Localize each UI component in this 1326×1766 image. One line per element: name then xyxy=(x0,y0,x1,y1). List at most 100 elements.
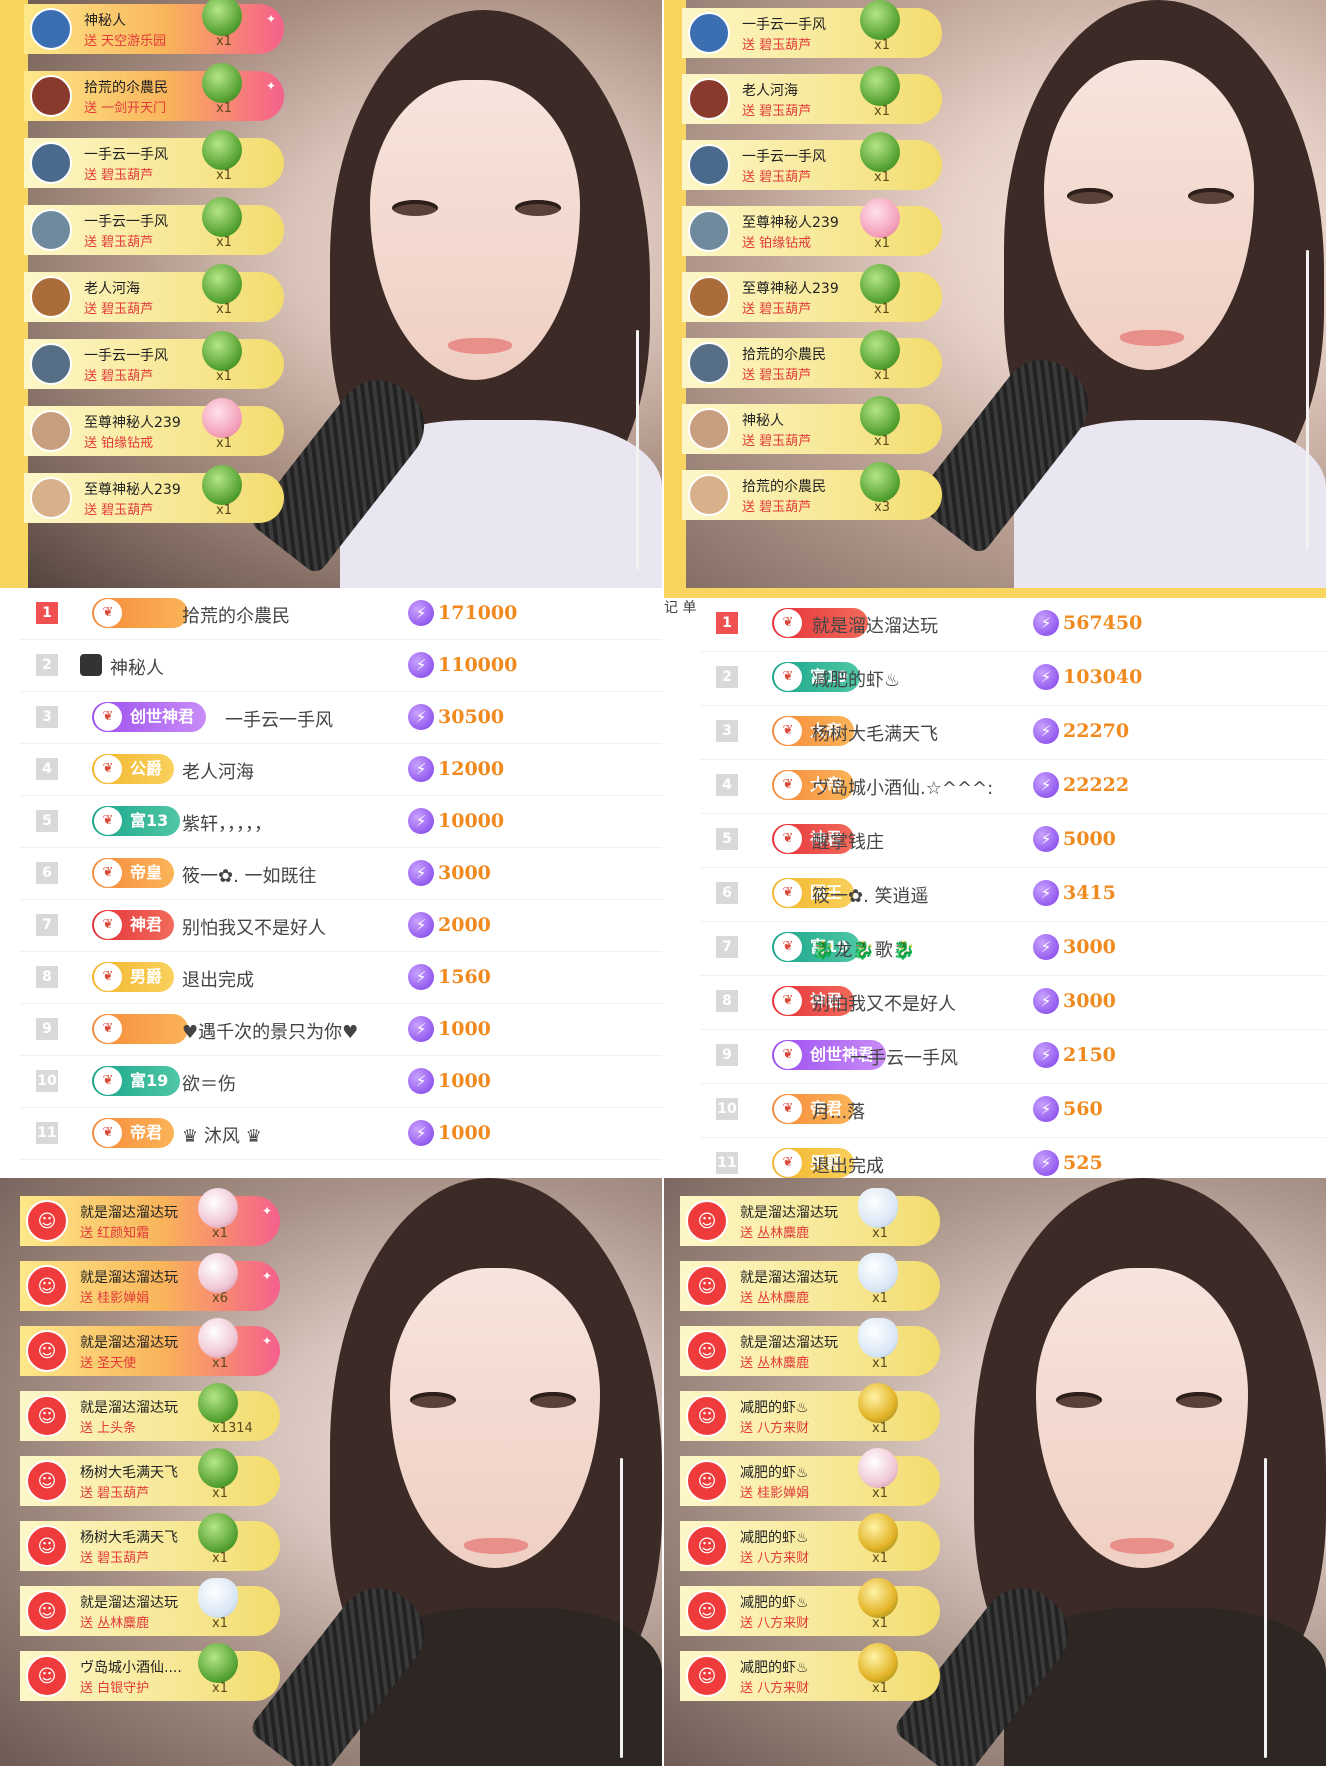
gift-count: x1 xyxy=(874,236,890,251)
user-avatar[interactable]: ☺ xyxy=(26,1655,68,1697)
rank-number: 3 xyxy=(716,720,738,742)
user-name[interactable]: ♥遇千次的景只为你♥ xyxy=(182,1018,358,1044)
user-avatar[interactable] xyxy=(30,75,72,117)
user-avatar[interactable] xyxy=(688,144,730,186)
leaderboard-row[interactable]: 9 ❦ 创世神君 一手云一手风 ⚡ 2150 xyxy=(700,1030,1326,1084)
user-avatar[interactable] xyxy=(30,209,72,251)
user-avatar[interactable] xyxy=(688,276,730,318)
user-name[interactable]: 杨树大毛满天飞 xyxy=(812,720,938,746)
user-name[interactable]: 筱一✿. 笑逍遥 xyxy=(812,882,929,908)
gift-count: x1 xyxy=(212,1681,228,1696)
gift-action: 送 八方来财 xyxy=(740,1616,810,1631)
leaderboard-row[interactable]: 4 ❦ 大帝 ヴ岛城小酒仙.☆^^^: ⚡ 22222 xyxy=(700,760,1326,814)
leaderboard-row[interactable]: 11 ❦ 帝君 ♛ 沐风 ♛ ⚡ 1000 xyxy=(20,1108,662,1160)
user-name[interactable]: 减肥的虾♨ xyxy=(812,666,900,692)
user-avatar[interactable] xyxy=(688,342,730,384)
leaderboard-row[interactable]: 11 ❦ 男爵 退出完成 ⚡ 525 xyxy=(700,1138,1326,1178)
user-name[interactable]: 🐉龙🐉歌🐉 xyxy=(812,936,915,962)
leaderboard-row[interactable]: 6 ❦ 帝皇 筱一✿. 一如既往 ⚡ 3000 xyxy=(20,848,662,900)
user-name[interactable]: 别怕我又不是好人 xyxy=(812,990,956,1016)
gift-action: 送 桂影婵娟 xyxy=(740,1486,810,1501)
badge-emblem-icon: ❦ xyxy=(94,963,122,991)
leaderboard-row[interactable]: 2 神秘人 ⚡ 110000 xyxy=(20,640,662,692)
user-avatar[interactable] xyxy=(30,343,72,385)
user-avatar[interactable]: ☺ xyxy=(686,1590,728,1632)
user-avatar[interactable] xyxy=(30,142,72,184)
user-avatar[interactable]: ☺ xyxy=(686,1330,728,1372)
user-name[interactable]: 神秘人 xyxy=(110,654,164,680)
leaderboard-row[interactable]: 2 ❦ 富19 减肥的虾♨ ⚡ 103040 xyxy=(700,652,1326,706)
user-avatar[interactable]: ☺ xyxy=(686,1200,728,1242)
gift-sender-name: 就是溜达溜达玩 xyxy=(80,1270,178,1286)
leaderboard-row[interactable]: 1 ❦ 拾荒的尒農民 ⚡ 171000 xyxy=(20,588,662,640)
level-badge: ❦ 男爵 xyxy=(92,962,175,992)
user-avatar[interactable] xyxy=(30,477,72,519)
user-name[interactable]: 月...落 xyxy=(812,1098,865,1124)
user-avatar[interactable] xyxy=(688,474,730,516)
user-avatar[interactable]: ☺ xyxy=(26,1590,68,1632)
user-avatar[interactable]: ☺ xyxy=(26,1395,68,1437)
score-value: 3000 xyxy=(1063,936,1116,958)
user-avatar[interactable] xyxy=(30,410,72,452)
leaderboard-row[interactable]: 1 ❦ 就是溜达溜达玩 ⚡ 567450 xyxy=(700,598,1326,652)
user-name[interactable]: 就是溜达溜达玩 xyxy=(812,612,938,638)
user-avatar[interactable] xyxy=(688,210,730,252)
leaderboard-row[interactable]: 10 ❦ 帝君 月...落 ⚡ 560 xyxy=(700,1084,1326,1138)
leaderboard-row[interactable]: 3 ❦ 大帝 杨树大毛满天飞 ⚡ 22270 xyxy=(700,706,1326,760)
streamer-lips xyxy=(1120,330,1184,346)
gift-action: 送 碧玉葫芦 xyxy=(84,168,154,183)
user-name[interactable]: 筱一✿. 一如既往 xyxy=(182,862,317,888)
user-name[interactable]: 别怕我又不是好人 xyxy=(182,914,326,940)
user-avatar[interactable]: ☺ xyxy=(26,1265,68,1307)
leaderboard-row[interactable]: 10 ❦ 富19 欲＝伤 ⚡ 1000 xyxy=(20,1056,662,1108)
level-badge: ❦ 富13 xyxy=(92,806,181,836)
user-avatar[interactable] xyxy=(688,12,730,54)
leaderboard-row[interactable]: 9 ❦ ♥遇千次的景只为你♥ ⚡ 1000 xyxy=(20,1004,662,1056)
gift-feed: 一手云一手风送 碧玉葫芦 x1 老人河海送 碧玉葫芦 x1 一手云一手风送 碧玉葫芦 x1… xyxy=(682,0,942,536)
leaderboard-row[interactable]: 8 ❦ 神君 别怕我又不是好人 ⚡ 3000 xyxy=(700,976,1326,1030)
user-name[interactable]: ヴ岛城小酒仙.☆^^^: xyxy=(812,774,993,800)
user-avatar[interactable] xyxy=(688,408,730,450)
user-avatar[interactable]: ☺ xyxy=(686,1460,728,1502)
user-avatar[interactable]: ☺ xyxy=(686,1655,728,1697)
gift-sender-name: 神秘人 xyxy=(84,13,126,29)
leaderboard-row[interactable]: 7 ❦ 神君 别怕我又不是好人 ⚡ 2000 xyxy=(20,900,662,952)
user-name[interactable]: 老人河海 xyxy=(182,758,254,784)
gift-feed: 神秘人送 天空游乐园 x1 ✦ 拾荒的尒農民送 一剑开天门 x1 ✦ 一手云一手风送 碧玉葫… xyxy=(24,0,284,540)
user-avatar[interactable]: ☺ xyxy=(26,1330,68,1372)
user-name[interactable]: 退出完成 xyxy=(182,966,254,992)
user-name[interactable]: ♛ 沐风 ♛ xyxy=(182,1122,262,1148)
streamer-eye-right xyxy=(1176,1392,1222,1408)
user-name[interactable]: 一手云一手风 xyxy=(850,1044,958,1070)
lightning-icon: ⚡ xyxy=(408,652,434,678)
leaderboard-row[interactable]: 8 ❦ 男爵 退出完成 ⚡ 1560 xyxy=(20,952,662,1004)
user-name[interactable]: 一手云一手风 xyxy=(225,706,333,732)
user-name[interactable]: 紫轩，，，，， xyxy=(182,810,272,836)
gift-count: x1 xyxy=(212,1551,228,1566)
gift-item: 至尊神秘人239 送 碧玉葫芦 x1 xyxy=(682,264,942,322)
leaderboard-row[interactable]: 4 ❦ 公爵 老人河海 ⚡ 12000 xyxy=(20,744,662,796)
score-value: 1000 xyxy=(438,1122,491,1144)
user-avatar[interactable] xyxy=(30,8,72,50)
user-avatar[interactable] xyxy=(688,78,730,120)
user-avatar[interactable]: ☺ xyxy=(26,1200,68,1242)
user-name[interactable]: 欲＝伤 xyxy=(182,1070,236,1096)
user-avatar[interactable]: ☺ xyxy=(26,1525,68,1567)
leaderboard-row[interactable]: 3 ❦ 创世神君 一手云一手风 ⚡ 30500 xyxy=(20,692,662,744)
user-avatar[interactable]: ☺ xyxy=(686,1525,728,1567)
gift-item: ☺ 减肥的虾♨ 送 八方来财 x1 xyxy=(680,1513,940,1571)
gift-item: ☺ 就是溜达溜达玩送 上头条 x1314 xyxy=(20,1383,280,1441)
user-name[interactable]: 醒掌钱庄 xyxy=(812,828,884,854)
leaderboard-row[interactable]: 5 ❦ 神君 醒掌钱庄 ⚡ 5000 xyxy=(700,814,1326,868)
user-avatar[interactable] xyxy=(30,276,72,318)
user-name[interactable]: 退出完成 xyxy=(812,1152,884,1178)
leaderboard-row[interactable]: 5 ❦ 富13 紫轩，，，，， ⚡ 10000 xyxy=(20,796,662,848)
user-avatar[interactable]: ☺ xyxy=(26,1460,68,1502)
user-avatar[interactable]: ☺ xyxy=(686,1265,728,1307)
gift-action: 送 碧玉葫芦 xyxy=(84,503,154,518)
leaderboard-row[interactable]: 7 ❦ 富19 🐉龙🐉歌🐉 ⚡ 3000 xyxy=(700,922,1326,976)
leaderboard-row[interactable]: 6 ❦ 国王 筱一✿. 笑逍遥 ⚡ 3415 xyxy=(700,868,1326,922)
user-name[interactable]: 拾荒的尒農民 xyxy=(182,602,290,628)
gift-icon xyxy=(198,1513,238,1553)
user-avatar[interactable]: ☺ xyxy=(686,1395,728,1437)
